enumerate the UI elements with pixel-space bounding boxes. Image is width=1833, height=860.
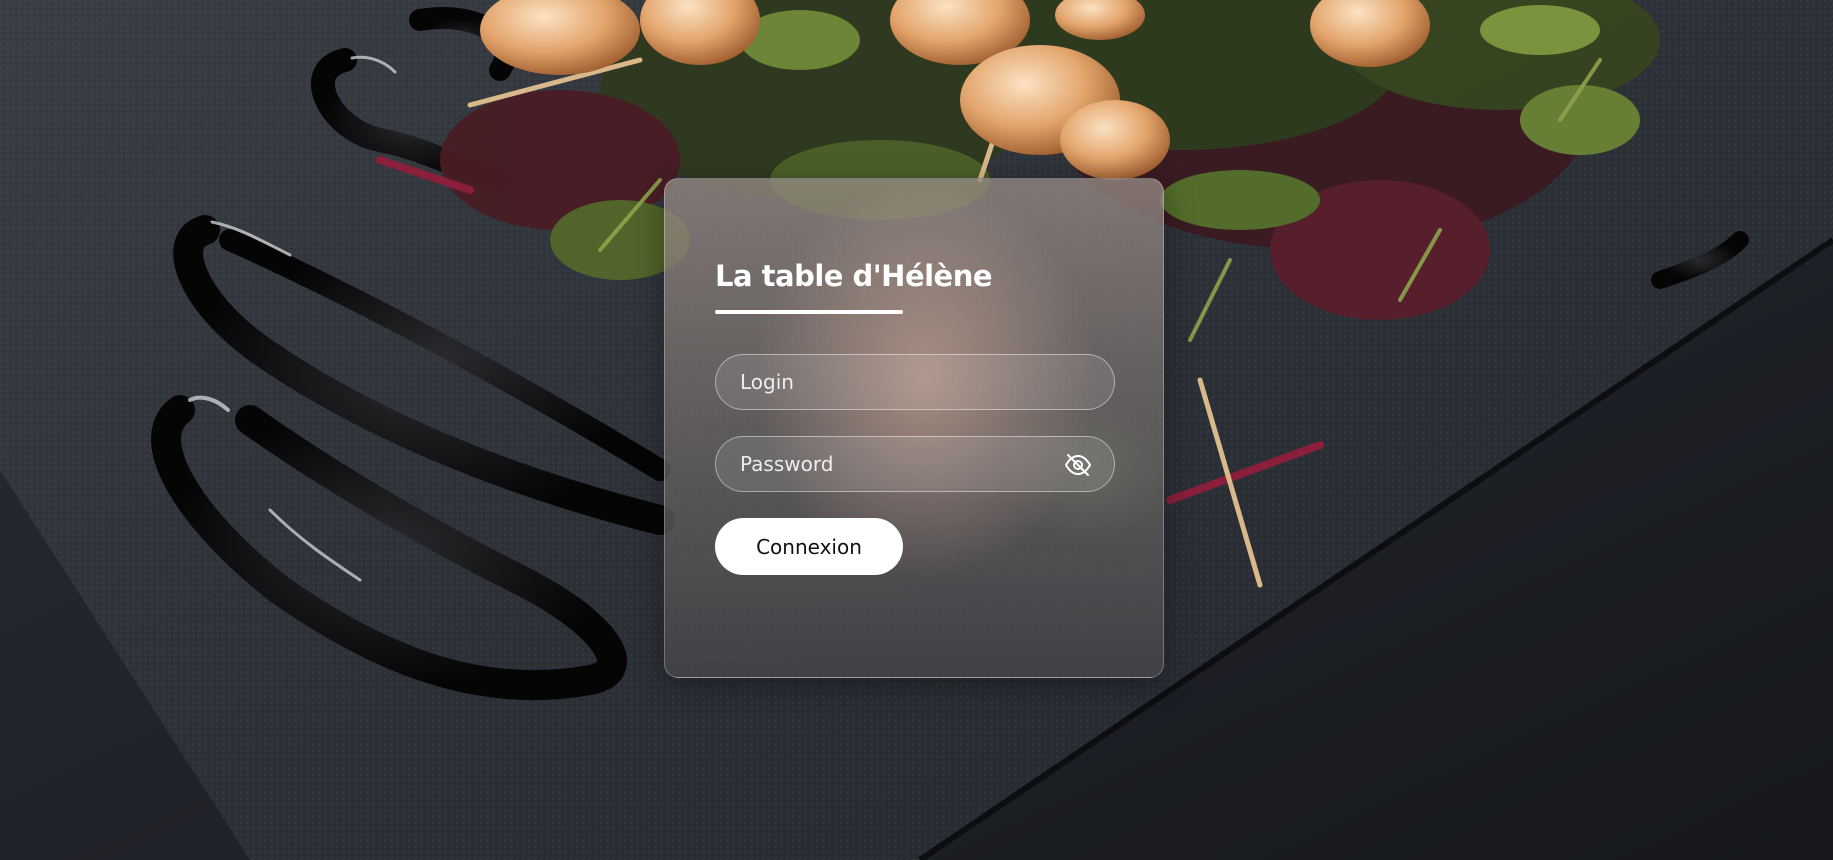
password-input[interactable] [716,437,1114,491]
login-card: La table d'Hélène Connexion [664,178,1164,678]
login-page: La table d'Hélène Connexion [0,0,1833,860]
login-field [715,354,1115,410]
login-input[interactable] [716,355,1114,409]
title-underline [715,310,903,314]
password-field [715,436,1115,492]
connexion-button[interactable]: Connexion [715,518,903,575]
eye-off-icon[interactable] [1064,452,1092,478]
restaurant-title: La table d'Hélène [715,259,993,293]
